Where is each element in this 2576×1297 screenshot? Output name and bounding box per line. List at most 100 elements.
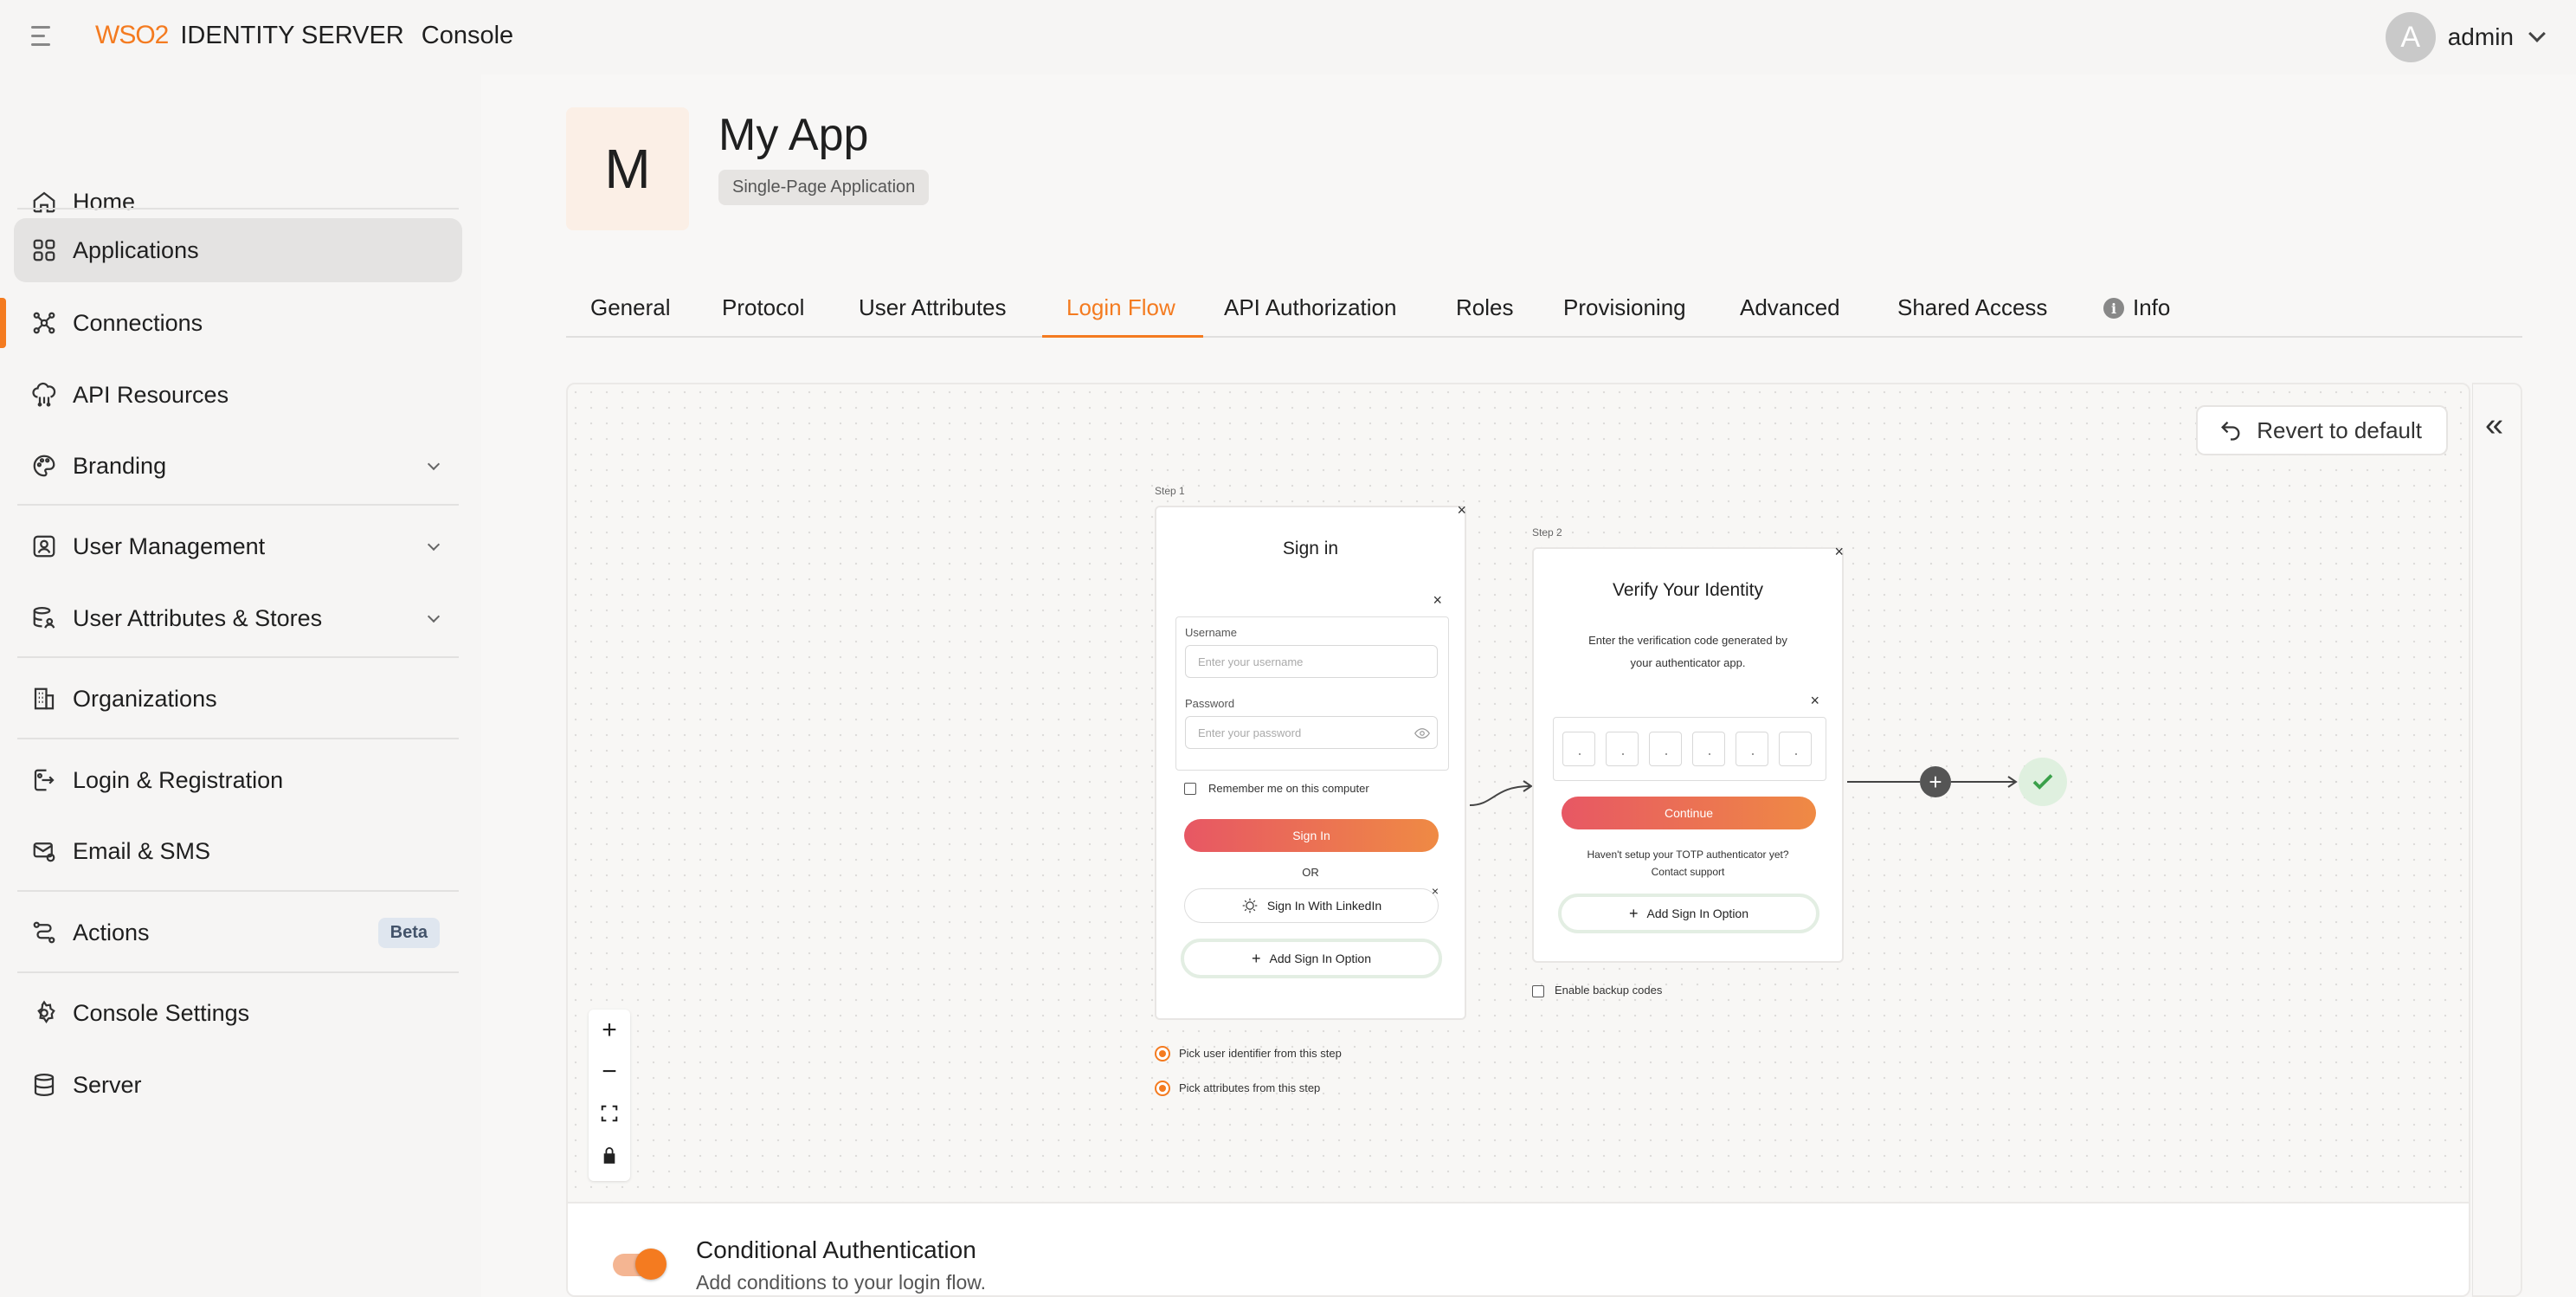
pick-identifier-radio[interactable] — [1155, 1046, 1170, 1061]
revert-to-default-button[interactable]: Revert to default — [2196, 405, 2448, 455]
app-type-badge: Single-Page Application — [718, 170, 930, 205]
step-2-label: Step 2 — [1532, 526, 1562, 539]
sidebar-item-branding[interactable]: Branding — [14, 434, 462, 498]
backup-codes-checkbox[interactable] — [1532, 985, 1544, 997]
sidebar-item-label: API Resources — [73, 381, 229, 408]
sidebar-item-email-sms[interactable]: Email & SMS — [14, 819, 462, 883]
chevron-down-icon[interactable] — [2528, 25, 2546, 42]
divider — [17, 738, 459, 739]
or-divider: OR — [1302, 866, 1319, 879]
sign-in-button[interactable]: Sign In — [1184, 819, 1439, 852]
sidebar-item-label: Actions — [73, 919, 150, 945]
tab-protocol[interactable]: Protocol — [722, 289, 804, 338]
sidebar-item-label: Applications — [73, 236, 199, 263]
sidebar-item-label: Organizations — [73, 685, 217, 712]
remove-linkedin-close-icon[interactable]: × — [1432, 885, 1439, 897]
top-header: WSO2 IDENTITY SERVER Console A admin — [0, 0, 2576, 74]
login-flow-canvas[interactable]: Revert to default Step 1 × Sign in × Use… — [566, 383, 2470, 1297]
conditional-auth-subtitle: Add conditions to your login flow. — [696, 1271, 986, 1294]
conditional-auth-toggle[interactable] — [613, 1249, 667, 1280]
collapse-panel-icon[interactable]: « — [2485, 409, 2503, 442]
remove-step-close-icon[interactable]: × — [1834, 544, 1844, 559]
eye-icon[interactable] — [1414, 727, 1430, 739]
divider — [17, 971, 459, 973]
sidebar-item-actions[interactable]: Actions Beta — [14, 900, 462, 965]
username-label: Username — [1185, 626, 1237, 639]
zoom-controls: + − — [589, 1010, 630, 1181]
chevron-down-icon — [427, 457, 441, 471]
tab-roles[interactable]: Roles — [1456, 289, 1513, 338]
otp-digit-6[interactable] — [1779, 732, 1812, 766]
sidebar-item-api-resources[interactable]: API Resources — [14, 363, 462, 427]
divider — [17, 208, 459, 210]
wso2-logo-text: WSO2 — [95, 21, 169, 49]
remove-step-close-icon[interactable]: × — [1457, 502, 1466, 518]
lock-icon[interactable] — [589, 1134, 630, 1176]
sidebar-item-label: Email & SMS — [73, 837, 211, 864]
remove-totp-close-icon[interactable]: × — [1810, 693, 1819, 708]
password-placeholder: Enter your password — [1198, 726, 1302, 739]
active-indicator — [0, 298, 6, 348]
sidebar-item-server[interactable]: Server — [14, 1053, 462, 1117]
sidebar-item-label: Branding — [73, 452, 167, 479]
add-step-plus-icon[interactable]: + — [1920, 766, 1951, 797]
sidebar: Home Applications Connections API Resour… — [0, 74, 481, 1297]
sidebar-item-user-attributes-stores[interactable]: User Attributes & Stores — [14, 586, 462, 650]
sidebar-item-user-management[interactable]: User Management — [14, 514, 462, 578]
avatar[interactable]: A — [2385, 12, 2436, 62]
linkedin-sign-in-button[interactable]: Sign In With LinkedIn — [1184, 888, 1439, 923]
sidebar-item-login-registration[interactable]: Login & Registration — [14, 748, 462, 812]
otp-digit-5[interactable] — [1736, 732, 1768, 766]
linkedin-icon — [1242, 898, 1258, 913]
step-1-card[interactable]: × Sign in × Username Enter your username… — [1155, 502, 1466, 1020]
add-sign-in-option-button[interactable]: + Add Sign In Option — [1181, 939, 1442, 978]
tab-general[interactable]: General — [590, 289, 671, 338]
remove-authenticator-close-icon[interactable]: × — [1433, 592, 1442, 608]
tab-info[interactable]: i Info — [2103, 289, 2170, 338]
contact-support-link[interactable]: Contact support — [1534, 866, 1842, 878]
sidebar-item-organizations[interactable]: Organizations — [14, 667, 462, 731]
organizations-icon — [29, 684, 59, 713]
sidebar-item-label: Connections — [73, 309, 203, 336]
user-menu[interactable]: A admin — [2385, 12, 2546, 62]
otp-digit-1[interactable] — [1562, 732, 1595, 766]
step-1-label: Step 1 — [1155, 485, 1185, 497]
user-name[interactable]: admin — [2448, 23, 2514, 51]
add-sign-in-option-button[interactable]: + Add Sign In Option — [1558, 894, 1819, 933]
chevron-down-icon — [427, 610, 441, 623]
fit-view-icon[interactable] — [589, 1093, 630, 1134]
divider — [17, 656, 459, 658]
tab-api-authorization[interactable]: API Authorization — [1224, 289, 1396, 338]
product-logo[interactable]: WSO2 IDENTITY SERVER Console — [95, 21, 513, 50]
active-tab-underline — [1042, 335, 1203, 338]
user-management-icon — [29, 532, 59, 561]
user-attributes-icon — [29, 603, 59, 633]
hamburger-menu-icon[interactable] — [31, 26, 57, 47]
remember-me-checkbox[interactable] — [1184, 783, 1196, 795]
password-label: Password — [1185, 697, 1235, 710]
tab-advanced[interactable]: Advanced — [1740, 289, 1840, 338]
step-2-card[interactable]: × Verify Your Identity Enter the verific… — [1532, 544, 1844, 963]
otp-digit-3[interactable] — [1649, 732, 1682, 766]
zoom-out-icon[interactable]: − — [589, 1051, 630, 1093]
tab-shared-access[interactable]: Shared Access — [1897, 289, 2047, 338]
sidebar-item-label: Home — [73, 188, 136, 215]
otp-digit-4[interactable] — [1692, 732, 1725, 766]
password-field[interactable]: Enter your password — [1185, 716, 1438, 749]
zoom-in-icon[interactable]: + — [589, 1010, 630, 1051]
step-2-title: Verify Your Identity — [1613, 580, 1763, 600]
tab-provisioning[interactable]: Provisioning — [1563, 289, 1686, 338]
sidebar-item-console-settings[interactable]: Console Settings — [14, 981, 462, 1045]
tab-user-attributes[interactable]: User Attributes — [859, 289, 1007, 338]
continue-button[interactable]: Continue — [1562, 797, 1816, 829]
flow-connector — [1469, 780, 1533, 806]
pick-attributes-radio[interactable] — [1155, 1081, 1170, 1096]
linkedin-button-label: Sign In With LinkedIn — [1266, 899, 1382, 913]
sidebar-item-connections[interactable]: Connections — [14, 291, 462, 355]
divider — [17, 504, 459, 506]
username-field[interactable]: Enter your username — [1185, 645, 1438, 678]
tab-login-flow[interactable]: Login Flow — [1066, 289, 1175, 338]
backup-codes-label: Enable backup codes — [1555, 984, 1663, 997]
sidebar-item-applications[interactable]: Applications — [14, 218, 462, 282]
otp-digit-2[interactable] — [1606, 732, 1639, 766]
